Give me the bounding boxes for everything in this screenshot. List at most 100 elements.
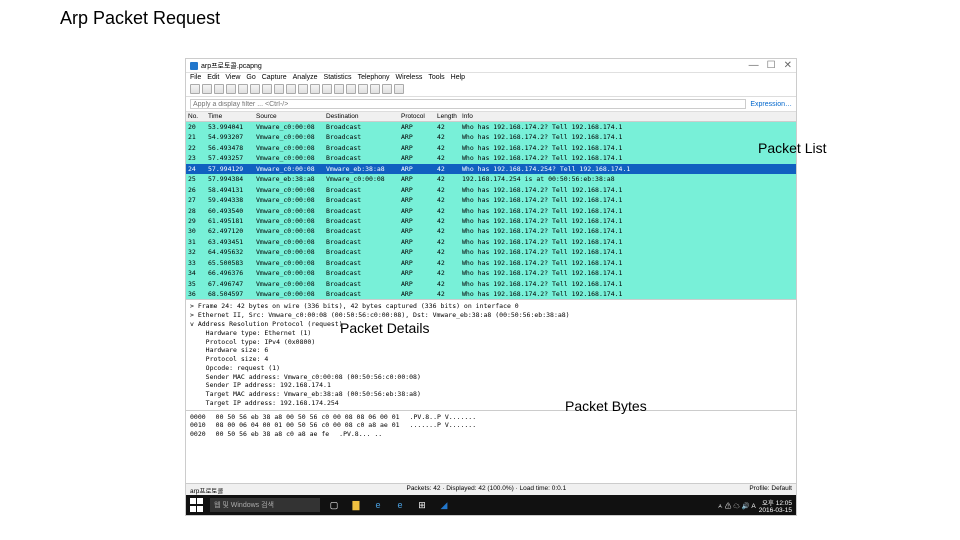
detail-line[interactable]: v Address Resolution Protocol (request): [190, 320, 792, 329]
packet-row[interactable]: 3668.504597Vmware_c0:00:08BroadcastARP42…: [186, 289, 796, 299]
windows-taskbar: 웹 및 Windows 검색 ▢ ▇ e e ⊞ ◢ ㅅ ⚠ ☁ 🔊 A 오후 …: [186, 495, 796, 515]
detail-line[interactable]: Hardware type: Ethernet (1): [190, 329, 792, 338]
menu-view[interactable]: View: [225, 74, 240, 81]
status-packets: Packets: 42 · Displayed: 42 (100.0%) · L…: [406, 485, 566, 494]
start-button[interactable]: [190, 498, 204, 512]
toolbar-button-1[interactable]: [202, 84, 212, 94]
status-bar: arp프로토콜 Packets: 42 · Displayed: 42 (100…: [186, 483, 796, 495]
col-length[interactable]: Length: [435, 112, 460, 121]
packet-row[interactable]: 3163.493451Vmware_c0:00:08BroadcastARP42…: [186, 237, 796, 247]
taskbar-time[interactable]: 오후 12:05: [759, 497, 792, 507]
detail-line[interactable]: > Frame 24: 42 bytes on wire (336 bits),…: [190, 302, 792, 311]
packet-row[interactable]: 2154.993207Vmware_c0:00:08BroadcastARP42…: [186, 132, 796, 142]
task-view-icon[interactable]: ▢: [326, 497, 342, 513]
detail-line[interactable]: > Ethernet II, Src: Vmware_c0:00:08 (00:…: [190, 311, 792, 320]
toolbar-button-16[interactable]: [382, 84, 392, 94]
toolbar-button-0[interactable]: [190, 84, 200, 94]
bytes-row[interactable]: 000000 50 56 eb 38 a8 00 50 56 c0 00 08 …: [190, 413, 792, 422]
tray-icons[interactable]: ㅅ ⚠ ☁ 🔊 A: [717, 500, 756, 510]
menu-tools[interactable]: Tools: [428, 74, 444, 81]
menu-go[interactable]: Go: [246, 74, 255, 81]
app-icon: [190, 62, 198, 70]
filter-bar: Expression…: [186, 97, 796, 112]
col-source[interactable]: Source: [254, 112, 324, 121]
menu-analyze[interactable]: Analyze: [293, 74, 318, 81]
packet-row[interactable]: 2658.494131Vmware_c0:00:08BroadcastARP42…: [186, 185, 796, 195]
col-destination[interactable]: Destination: [324, 112, 399, 121]
detail-line[interactable]: Sender IP address: 192.168.174.1: [190, 381, 792, 390]
packet-row[interactable]: 3466.496376Vmware_c0:00:08BroadcastARP42…: [186, 268, 796, 278]
toolbar-button-11[interactable]: [322, 84, 332, 94]
wireshark-taskbar-icon[interactable]: ◢: [436, 497, 452, 513]
toolbar-button-13[interactable]: [346, 84, 356, 94]
menu-capture[interactable]: Capture: [262, 74, 287, 81]
toolbar-button-12[interactable]: [334, 84, 344, 94]
detail-line[interactable]: Target MAC address: Vmware_eb:38:a8 (00:…: [190, 390, 792, 399]
menu-help[interactable]: Help: [451, 74, 465, 81]
toolbar-button-6[interactable]: [262, 84, 272, 94]
folder-icon[interactable]: ▇: [348, 497, 364, 513]
expression-button[interactable]: Expression…: [750, 101, 792, 108]
detail-line[interactable]: Protocol type: IPv4 (0x0800): [190, 338, 792, 347]
menubar: File Edit View Go Capture Analyze Statistics Te…: [186, 73, 796, 82]
wireshark-window: arp프로토콜.pcapng — ☐ ✕ File Edit View Go Captu…: [185, 58, 797, 516]
col-protocol[interactable]: Protocol: [399, 112, 435, 121]
packet-row[interactable]: 3567.496747Vmware_c0:00:08BroadcastARP42…: [186, 279, 796, 289]
packet-row[interactable]: 3365.500583Vmware_c0:00:08BroadcastARP42…: [186, 258, 796, 268]
packet-row[interactable]: 2961.495181Vmware_c0:00:08BroadcastARP42…: [186, 216, 796, 226]
window-title: arp프로토콜.pcapng: [201, 61, 262, 71]
display-filter-input[interactable]: [190, 99, 746, 109]
ie-icon[interactable]: e: [370, 497, 386, 513]
bytes-row[interactable]: 002000 50 56 eb 38 a8 c0 a8 ae fe.PV.8..…: [190, 430, 792, 439]
detail-line[interactable]: Protocol size: 4: [190, 355, 792, 364]
toolbar-button-17[interactable]: [394, 84, 404, 94]
titlebar: arp프로토콜.pcapng — ☐ ✕: [186, 59, 796, 73]
store-icon[interactable]: ⊞: [414, 497, 430, 513]
slide-title: Arp Packet Request: [0, 0, 960, 37]
packet-row[interactable]: 2860.493540Vmware_c0:00:08BroadcastARP42…: [186, 206, 796, 216]
col-info[interactable]: Info: [460, 112, 796, 121]
detail-line[interactable]: Target IP address: 192.168.174.254: [190, 399, 792, 408]
toolbar-button-9[interactable]: [298, 84, 308, 94]
status-file: arp프로토콜: [190, 485, 223, 494]
close-button[interactable]: ✕: [784, 60, 792, 71]
packet-list-pane[interactable]: 2053.994041Vmware_c0:00:08BroadcastARP42…: [186, 122, 796, 299]
toolbar-button-15[interactable]: [370, 84, 380, 94]
toolbar-button-4[interactable]: [238, 84, 248, 94]
packet-row[interactable]: 3062.497120Vmware_c0:00:08BroadcastARP42…: [186, 226, 796, 236]
menu-file[interactable]: File: [190, 74, 201, 81]
menu-telephony[interactable]: Telephony: [358, 74, 390, 81]
toolbar-button-8[interactable]: [286, 84, 296, 94]
packet-row[interactable]: 2557.994384Vmware_eb:38:a8Vmware_c0:00:0…: [186, 174, 796, 184]
packet-row[interactable]: 2256.493478Vmware_c0:00:08BroadcastARP42…: [186, 143, 796, 153]
menu-edit[interactable]: Edit: [207, 74, 219, 81]
bytes-row[interactable]: 001008 00 06 04 00 01 00 50 56 c0 00 08 …: [190, 421, 792, 430]
detail-line[interactable]: Sender MAC address: Vmware_c0:00:08 (00:…: [190, 373, 792, 382]
packet-row[interactable]: 2457.994129Vmware_c0:00:08Vmware_eb:38:a…: [186, 164, 796, 174]
taskbar-date[interactable]: 2016-03-15: [759, 507, 792, 514]
col-time[interactable]: Time: [206, 112, 254, 121]
packet-list-header: No. Time Source Destination Protocol Len…: [186, 112, 796, 122]
packet-row[interactable]: 2053.994041Vmware_c0:00:08BroadcastARP42…: [186, 122, 796, 132]
detail-line[interactable]: Opcode: request (1): [190, 364, 792, 373]
toolbar-button-10[interactable]: [310, 84, 320, 94]
menu-statistics[interactable]: Statistics: [324, 74, 352, 81]
status-profile[interactable]: Profile: Default: [749, 485, 792, 494]
packet-row[interactable]: 3264.495632Vmware_c0:00:08BroadcastARP42…: [186, 247, 796, 257]
menu-wireless[interactable]: Wireless: [395, 74, 422, 81]
minimize-button[interactable]: —: [749, 60, 759, 71]
toolbar: [186, 82, 796, 97]
col-no[interactable]: No.: [186, 112, 206, 121]
packet-row[interactable]: 2759.494338Vmware_c0:00:08BroadcastARP42…: [186, 195, 796, 205]
toolbar-button-14[interactable]: [358, 84, 368, 94]
maximize-button[interactable]: ☐: [767, 60, 776, 71]
taskbar-search[interactable]: 웹 및 Windows 검색: [210, 498, 320, 512]
edge-icon[interactable]: e: [392, 497, 408, 513]
toolbar-button-7[interactable]: [274, 84, 284, 94]
packet-details-pane[interactable]: > Frame 24: 42 bytes on wire (336 bits),…: [186, 299, 796, 409]
detail-line[interactable]: Hardware size: 6: [190, 346, 792, 355]
packet-row[interactable]: 2357.493257Vmware_c0:00:08BroadcastARP42…: [186, 153, 796, 163]
toolbar-button-5[interactable]: [250, 84, 260, 94]
toolbar-button-2[interactable]: [214, 84, 224, 94]
toolbar-button-3[interactable]: [226, 84, 236, 94]
